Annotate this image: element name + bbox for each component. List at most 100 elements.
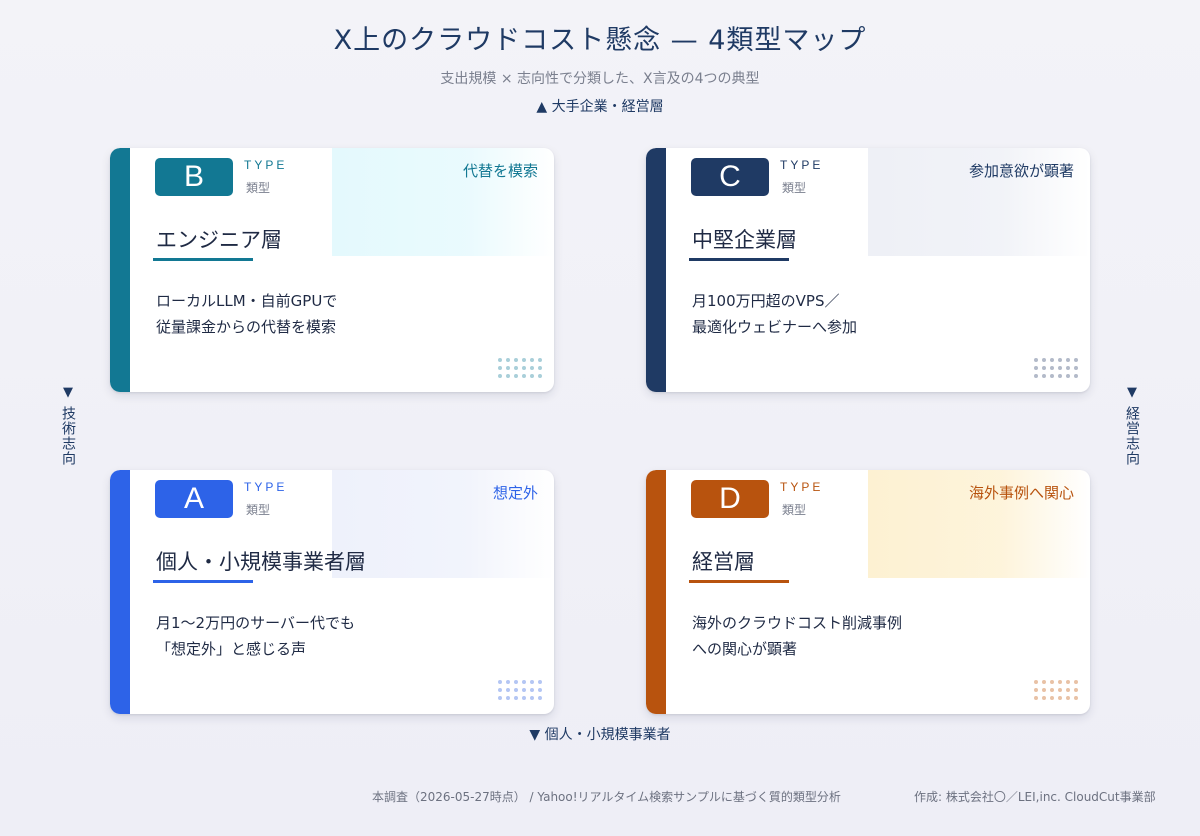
description-line-2: への関心が顕著 bbox=[692, 640, 798, 658]
dot bbox=[498, 688, 502, 692]
dot bbox=[1042, 696, 1046, 700]
dot bbox=[1058, 366, 1062, 370]
dot bbox=[1042, 358, 1046, 362]
type-name: 個人・小規模事業者層 bbox=[156, 550, 366, 574]
type-card-a: A TYPE 類型 想定外 個人・小規模事業者層 月1〜2万円のサーバー代でも … bbox=[110, 470, 554, 714]
dot bbox=[506, 680, 510, 684]
dot bbox=[1058, 358, 1062, 362]
type-letter-badge: C bbox=[691, 158, 769, 196]
description-line-2: 「想定外」と感じる声 bbox=[156, 640, 307, 658]
subtitle: 支出規模 × 志向性で分類した、X言及の4つの典型 bbox=[440, 71, 760, 87]
dot bbox=[530, 366, 534, 370]
card-accent-stripe bbox=[110, 470, 130, 714]
up-arrow-icon: ▲ bbox=[536, 99, 548, 115]
type-jp-label: 類型 bbox=[246, 181, 271, 195]
type-description: 月1〜2万円のサーバー代でも 「想定外」と感じる声 bbox=[156, 610, 355, 662]
dot bbox=[1066, 366, 1070, 370]
dot bbox=[514, 696, 518, 700]
dot bbox=[498, 374, 502, 378]
dot bbox=[514, 358, 518, 362]
dot bbox=[1042, 680, 1046, 684]
dot bbox=[530, 688, 534, 692]
dot bbox=[530, 358, 534, 362]
type-name-underline bbox=[153, 580, 253, 583]
type-letter-badge: D bbox=[691, 480, 769, 518]
dot bbox=[506, 366, 510, 370]
description-line-2: 最適化ウェビナーへ参加 bbox=[692, 318, 858, 336]
dot bbox=[1050, 358, 1054, 362]
dot bbox=[538, 358, 542, 362]
dot bbox=[522, 366, 526, 370]
dot bbox=[498, 696, 502, 700]
description-line-1: 月1〜2万円のサーバー代でも bbox=[156, 614, 355, 632]
type-name: エンジニア層 bbox=[156, 228, 282, 252]
type-tag: 海外事例へ関心 bbox=[968, 484, 1074, 502]
dot bbox=[1034, 688, 1038, 692]
axis-right-label: ▼ 経営志向 bbox=[1122, 386, 1142, 467]
footer-source: 本調査（2026-05-27時点） / Yahoo!リアルタイム検索サンプルに基… bbox=[372, 790, 841, 804]
dot bbox=[530, 680, 534, 684]
down-arrow-icon: ▼ bbox=[529, 727, 541, 743]
axis-right-text: 経営志向 bbox=[1124, 406, 1140, 466]
type-card-b: B TYPE 類型 代替を模索 エンジニア層 ローカルLLM・自前GPUで 従量… bbox=[110, 148, 554, 392]
dot bbox=[514, 366, 518, 370]
dot bbox=[1066, 696, 1070, 700]
card-accent-stripe bbox=[646, 148, 666, 392]
type-jp-label: 類型 bbox=[246, 503, 271, 517]
type-en-label: TYPE bbox=[244, 158, 288, 172]
dot bbox=[1058, 374, 1062, 378]
dot bbox=[530, 696, 534, 700]
type-name-underline bbox=[153, 258, 253, 261]
dot bbox=[514, 374, 518, 378]
type-name: 経営層 bbox=[692, 550, 755, 574]
quadrant-map: X上のクラウドコスト懸念 — 4類型マップ 支出規模 × 志向性で分類した、X言… bbox=[0, 0, 1200, 836]
dot bbox=[538, 366, 542, 370]
type-description: 海外のクラウドコスト削減事例 への関心が顕著 bbox=[692, 610, 902, 662]
dot bbox=[522, 696, 526, 700]
dot bbox=[514, 680, 518, 684]
type-card-c: C TYPE 類型 参加意欲が顕著 中堅企業層 月100万円超のVPS／ 最適化… bbox=[646, 148, 1090, 392]
description-line-2: 従量課金からの代替を模索 bbox=[156, 318, 337, 336]
type-name: 中堅企業層 bbox=[692, 228, 797, 252]
dot bbox=[1066, 680, 1070, 684]
type-jp-label: 類型 bbox=[782, 503, 807, 517]
dot bbox=[1050, 366, 1054, 370]
dot bbox=[522, 680, 526, 684]
dot bbox=[1050, 680, 1054, 684]
dot bbox=[506, 358, 510, 362]
type-letter-badge: B bbox=[155, 158, 233, 196]
dot bbox=[1066, 688, 1070, 692]
type-description: 月100万円超のVPS／ 最適化ウェビナーへ参加 bbox=[692, 288, 857, 340]
dot-pattern-icon bbox=[1034, 680, 1078, 700]
axis-left-text: 技術志向 bbox=[60, 406, 76, 466]
dot bbox=[1066, 374, 1070, 378]
description-line-1: ローカルLLM・自前GPUで bbox=[156, 292, 338, 310]
dot bbox=[1074, 688, 1078, 692]
type-jp-label: 類型 bbox=[782, 181, 807, 195]
dot bbox=[1074, 366, 1078, 370]
dot bbox=[1034, 366, 1038, 370]
dot bbox=[1058, 680, 1062, 684]
dot bbox=[1058, 688, 1062, 692]
dot bbox=[506, 374, 510, 378]
dot bbox=[1050, 374, 1054, 378]
dot bbox=[530, 374, 534, 378]
type-en-label: TYPE bbox=[244, 480, 288, 494]
axis-top-text: 大手企業・経営層 bbox=[551, 99, 664, 115]
description-line-1: 月100万円超のVPS／ bbox=[692, 292, 840, 310]
dot bbox=[1034, 696, 1038, 700]
axis-bottom-label: ▼ 個人・小規模事業者 bbox=[0, 724, 1200, 744]
dot bbox=[1050, 696, 1054, 700]
dot-pattern-icon bbox=[498, 680, 542, 700]
dot bbox=[522, 358, 526, 362]
dot bbox=[1042, 374, 1046, 378]
type-card-d: D TYPE 類型 海外事例へ関心 経営層 海外のクラウドコスト削減事例 への関… bbox=[646, 470, 1090, 714]
dot bbox=[498, 680, 502, 684]
dot bbox=[1042, 688, 1046, 692]
type-en-label: TYPE bbox=[780, 158, 824, 172]
type-tag: 想定外 bbox=[492, 484, 538, 502]
dot-pattern-icon bbox=[498, 358, 542, 378]
card-accent-stripe bbox=[110, 148, 130, 392]
dot bbox=[522, 374, 526, 378]
dot bbox=[498, 366, 502, 370]
